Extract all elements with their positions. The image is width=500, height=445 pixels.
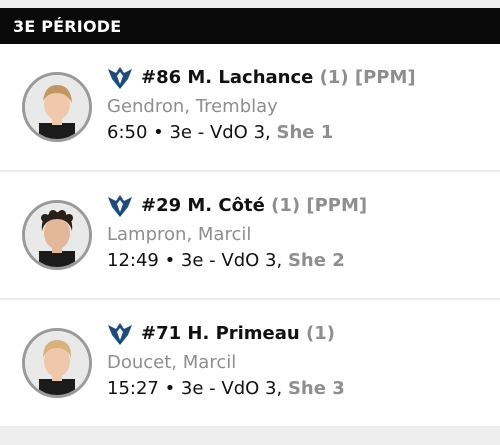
player-photo bbox=[25, 331, 89, 395]
team-logo-icon bbox=[108, 67, 132, 89]
goal-card[interactable]: #29 M. Côté (1) [PPM] Lampron, Marcil 12… bbox=[0, 172, 500, 298]
player-avatar[interactable] bbox=[22, 72, 92, 142]
goal-ordinal: She 3 bbox=[287, 378, 345, 399]
goal-assists: Gendron, Tremblay bbox=[107, 96, 278, 117]
scorer-name: #29 M. Côté bbox=[141, 195, 265, 216]
goal-scorer[interactable]: #71 H. Primeau (1) bbox=[141, 323, 335, 344]
goal-ordinal: She 1 bbox=[276, 122, 334, 143]
goal-tag: (1) [PPM] bbox=[271, 195, 368, 216]
team-logo-icon bbox=[108, 195, 132, 217]
team-logo-icon bbox=[108, 323, 132, 345]
scorer-name: #71 H. Primeau bbox=[141, 323, 300, 344]
goal-time-detail: 12:49 • 3e - VdO 3, bbox=[107, 250, 288, 271]
goal-card[interactable]: #86 M. Lachance (1) [PPM] Gendron, Tremb… bbox=[0, 44, 500, 170]
goal-time: 15:27 • 3e - VdO 3, She 3 bbox=[107, 378, 345, 399]
period-header: 3E PÉRIODE bbox=[0, 8, 500, 44]
goal-scorer[interactable]: #29 M. Côté (1) [PPM] bbox=[141, 195, 367, 216]
goal-assists: Lampron, Marcil bbox=[107, 224, 252, 245]
goal-card[interactable]: #71 H. Primeau (1) Doucet, Marcil 15:27 … bbox=[0, 300, 500, 426]
goal-scorer[interactable]: #86 M. Lachance (1) [PPM] bbox=[141, 67, 416, 88]
goal-time-detail: 6:50 • 3e - VdO 3, bbox=[107, 122, 277, 143]
goal-time-detail: 15:27 • 3e - VdO 3, bbox=[107, 378, 288, 399]
goal-time: 6:50 • 3e - VdO 3, She 1 bbox=[107, 122, 333, 143]
player-photo bbox=[25, 203, 89, 267]
player-avatar[interactable] bbox=[22, 328, 92, 398]
goal-time: 12:49 • 3e - VdO 3, She 2 bbox=[107, 250, 345, 271]
player-photo bbox=[25, 75, 89, 139]
goal-tag: (1) bbox=[306, 323, 335, 344]
goal-ordinal: She 2 bbox=[287, 250, 345, 271]
scorer-name: #86 M. Lachance bbox=[141, 67, 314, 88]
goal-tag: (1) [PPM] bbox=[319, 67, 416, 88]
player-avatar[interactable] bbox=[22, 200, 92, 270]
period-title: 3E PÉRIODE bbox=[13, 16, 122, 36]
goal-assists: Doucet, Marcil bbox=[107, 352, 237, 373]
